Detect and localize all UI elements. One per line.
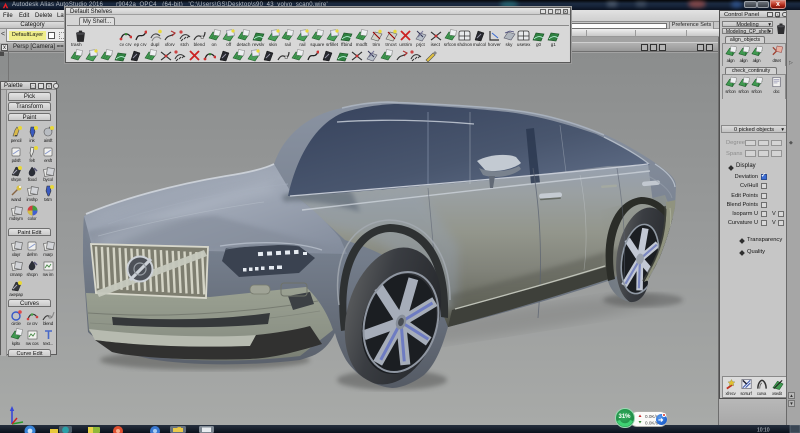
svg-text:10:10: 10:10 — [757, 428, 770, 433]
